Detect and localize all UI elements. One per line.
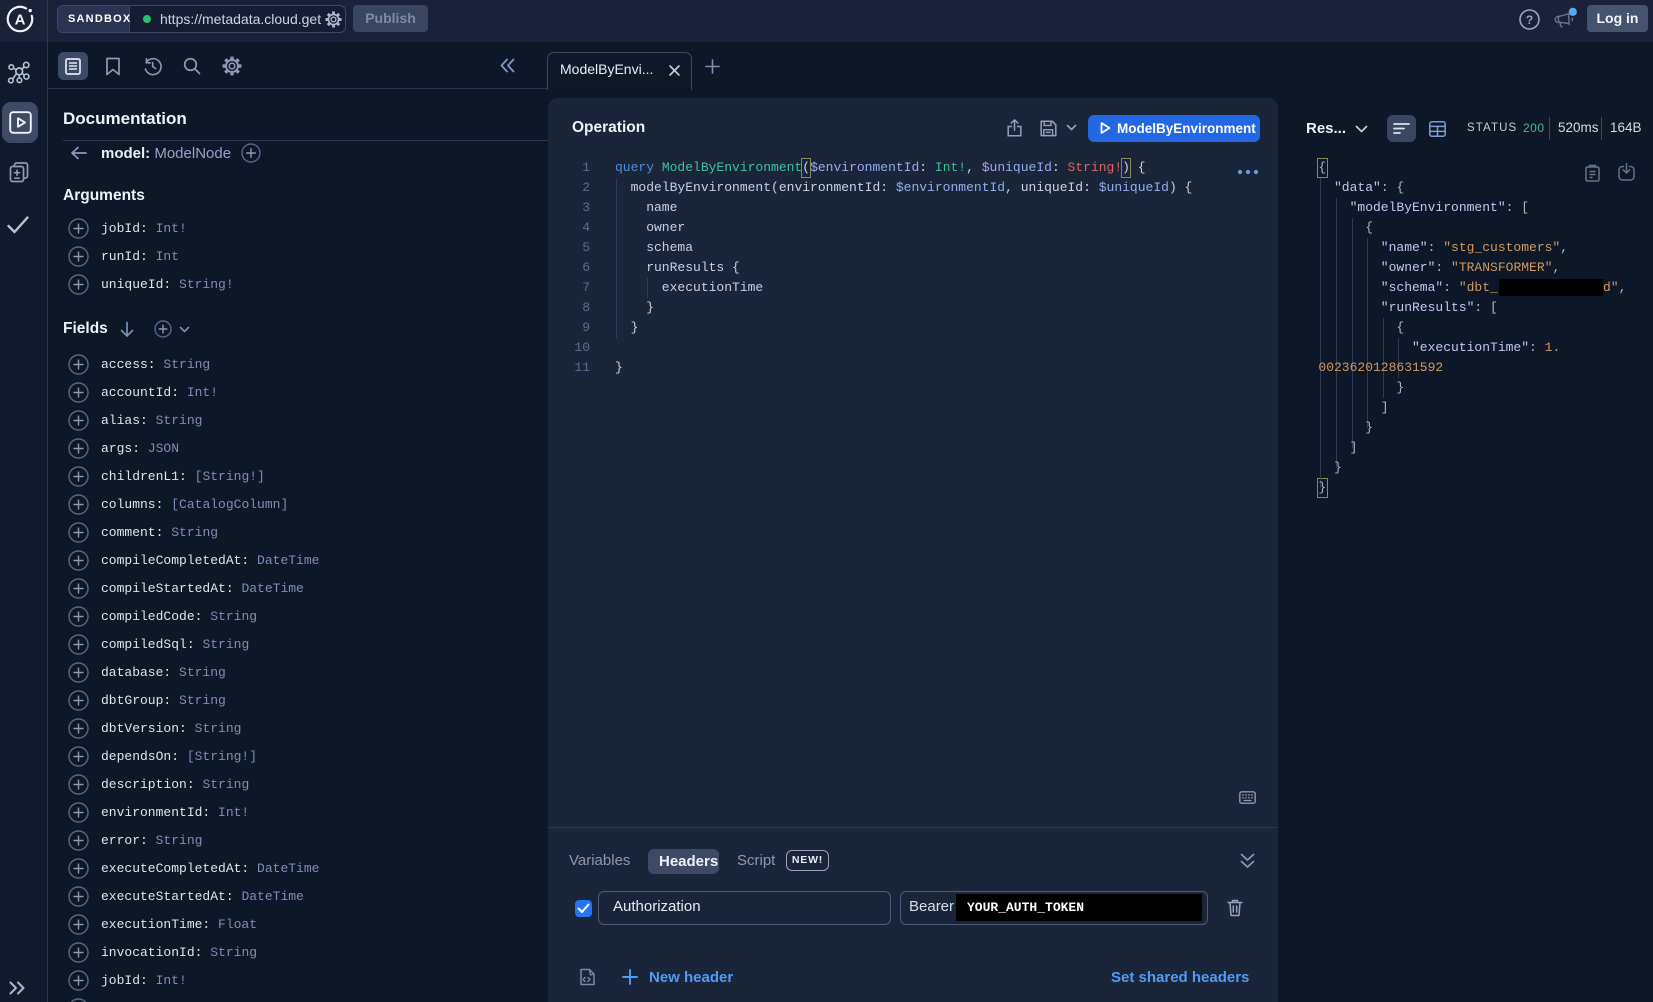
svg-text:A: A [15,12,26,29]
svg-text:?: ? [1526,13,1533,27]
